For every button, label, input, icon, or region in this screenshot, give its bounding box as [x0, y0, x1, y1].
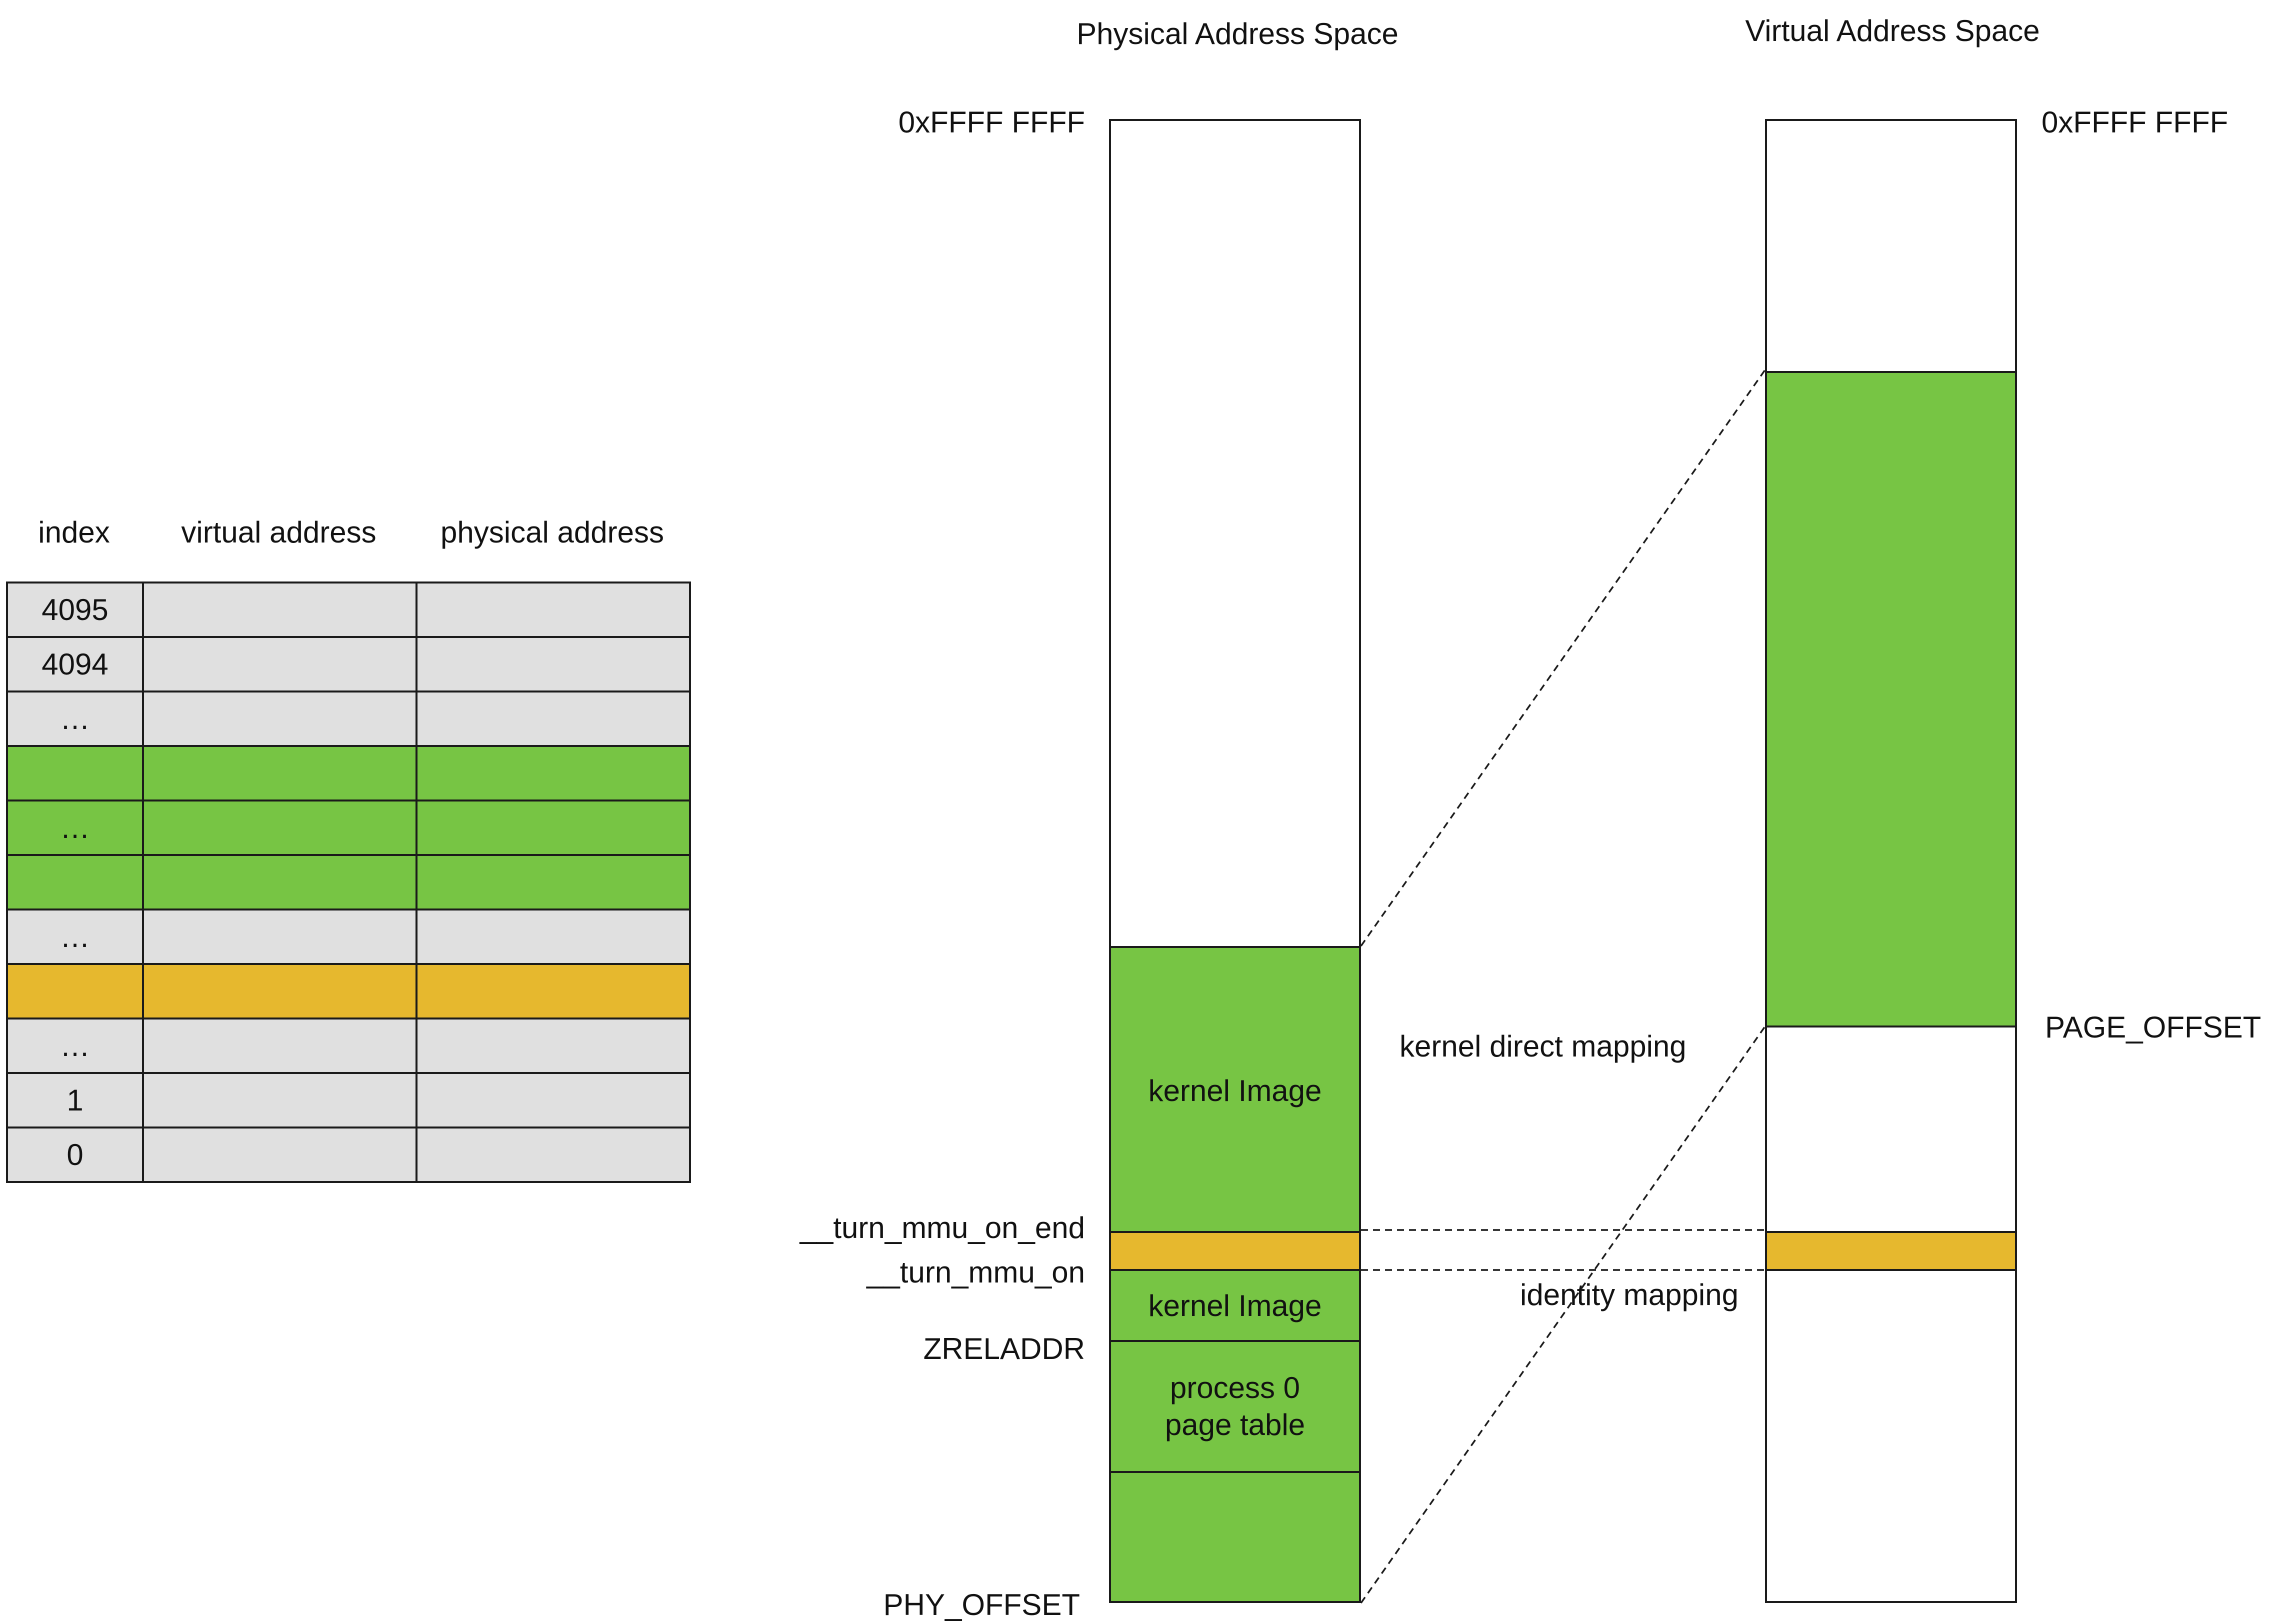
identity-mapping-label: identity mapping — [1520, 1278, 1738, 1312]
mapping-lines — [1360, 369, 1766, 1604]
memory-mapping-diagram: index virtual address physical address 4… — [0, 0, 2270, 1624]
direct-mapping-top-line — [1360, 369, 1766, 947]
kernel-direct-mapping-label: kernel direct mapping — [1398, 1032, 1688, 1062]
direct-mapping-bottom-line — [1360, 1026, 1766, 1604]
